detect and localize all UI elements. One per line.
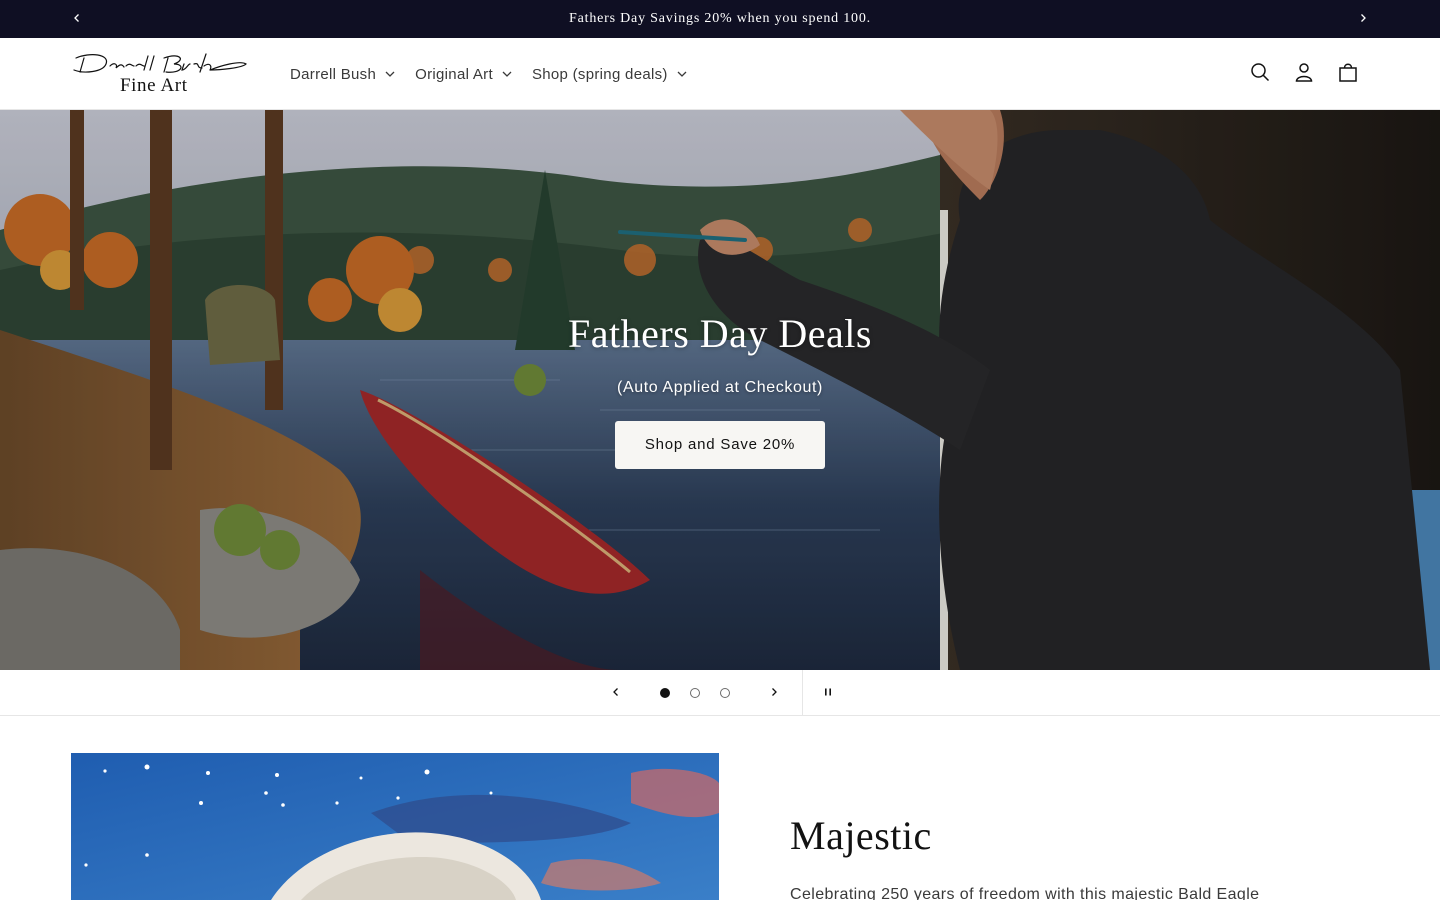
chevron-left-icon [72, 10, 82, 28]
search-icon [1250, 62, 1270, 87]
cart-icon [1338, 62, 1358, 87]
announcement-text: Fathers Day Savings 20% when you spend 1… [569, 11, 871, 26]
slide-dot-indicator [690, 688, 700, 698]
slide-dot-3[interactable] [712, 670, 738, 716]
slide-prev-button[interactable] [596, 670, 636, 716]
header-icons [1238, 38, 1370, 110]
chevron-down-icon [385, 71, 395, 77]
search-button[interactable] [1238, 52, 1282, 96]
feature-image [71, 753, 719, 900]
nav-item-shop[interactable]: Shop (spring deals) [522, 54, 697, 94]
cart-button[interactable] [1326, 52, 1370, 96]
slider-controls [0, 670, 1440, 716]
slider-divider [802, 670, 803, 716]
feature-title: Majestic [790, 813, 932, 858]
hero-slideshow: Fathers Day Deals (Auto Applied at Check… [0, 110, 1440, 670]
slide-dot-2[interactable] [682, 670, 708, 716]
chevron-right-icon [1358, 10, 1368, 28]
announcement-bar: Fathers Day Savings 20% when you spend 1… [0, 0, 1440, 38]
main-nav: Darrell Bush Original Art Shop (spring d… [280, 38, 697, 110]
slide-dot-1[interactable] [652, 670, 678, 716]
account-icon [1294, 62, 1314, 87]
nav-item-label: Darrell Bush [290, 65, 377, 83]
logo-text: Fine Art [120, 75, 188, 96]
slideshow-pause-button[interactable] [808, 670, 848, 716]
account-button[interactable] [1282, 52, 1326, 96]
nav-item-label: Original Art [415, 65, 493, 83]
slide-dot-indicator [660, 688, 670, 698]
chevron-right-icon [769, 684, 779, 702]
chevron-down-icon [502, 71, 512, 77]
shop-and-save-button[interactable]: Shop and Save 20% [614, 421, 826, 469]
announcement-next-button[interactable] [1348, 0, 1378, 38]
announcement-prev-button[interactable] [62, 0, 92, 38]
slide-next-button[interactable] [754, 670, 794, 716]
hero-subtitle: (Auto Applied at Checkout) [617, 379, 823, 396]
feature-description: Celebrating 250 years of freedom with th… [790, 886, 1260, 900]
slide-dot-indicator [720, 688, 730, 698]
nav-item-darrell-bush[interactable]: Darrell Bush [280, 54, 405, 94]
pause-icon [823, 684, 833, 702]
site-header: Fine Art Darrell Bush Original Art Shop … [0, 38, 1440, 110]
chevron-down-icon [677, 71, 687, 77]
site-logo[interactable]: Fine Art [70, 50, 250, 98]
nav-item-original-art[interactable]: Original Art [405, 54, 522, 94]
nav-item-label: Shop (spring deals) [531, 65, 668, 83]
hero-title: Fathers Day Deals [568, 311, 872, 356]
hero-content: Fathers Day Deals (Auto Applied at Check… [0, 310, 1440, 469]
chevron-left-icon [611, 684, 621, 702]
